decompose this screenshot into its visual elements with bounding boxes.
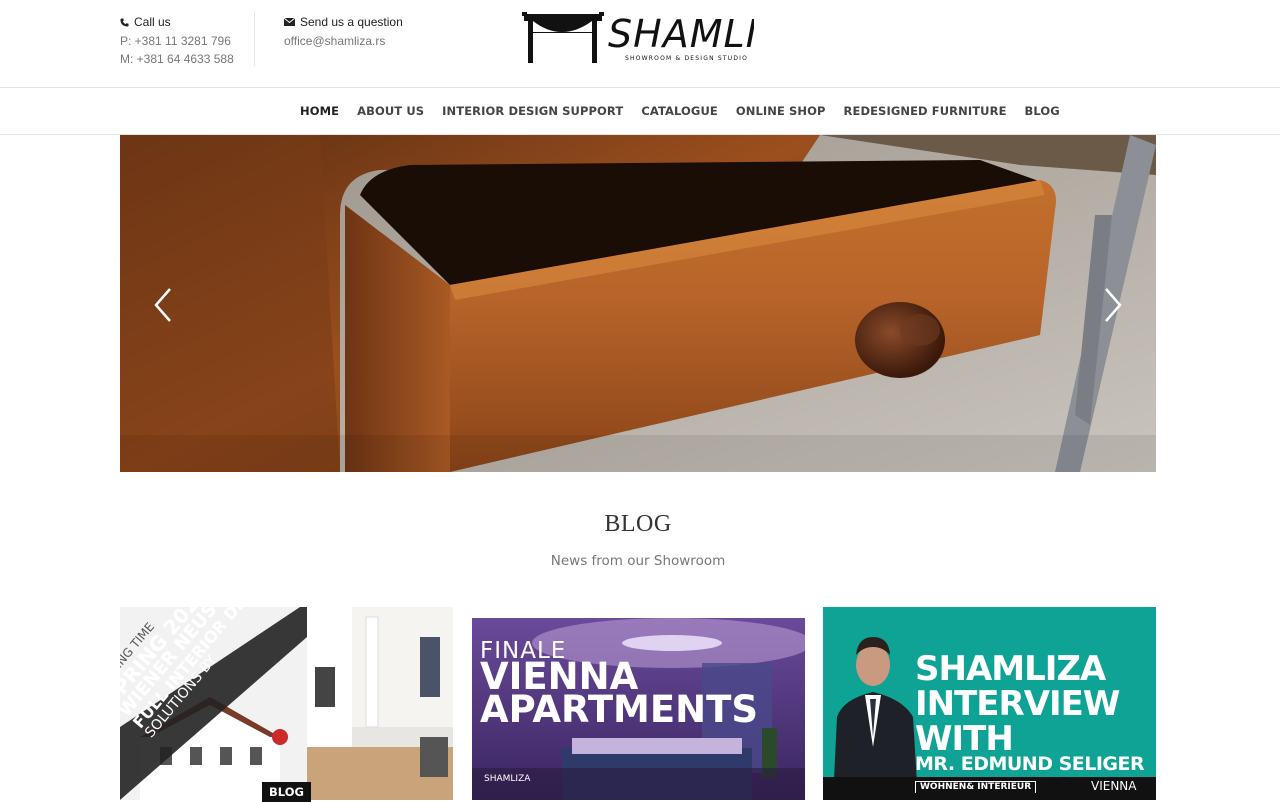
email-link[interactable]: office@shamliza.rs	[284, 32, 403, 51]
blog-card-1-logo: SHAMLIZA	[192, 767, 259, 781]
logo-tagline: SHOWROOM & DESIGN STUDIO	[625, 55, 748, 62]
logo-wordmark: SHAMLIZA	[608, 12, 754, 56]
envelope-icon	[284, 18, 295, 27]
call-us-label: Call us	[134, 15, 171, 29]
blog-card-2-headline: VIENNA APARTMENTS	[480, 655, 759, 731]
blog-section-subtitle: News from our Showroom	[550, 553, 726, 569]
blog-card-3-city: VIENNA	[1091, 779, 1137, 793]
blog-card-interview[interactable]: SHAMLIZA INTERVIEW WITH MR. EDMUND SELIG…	[823, 607, 1156, 800]
blog-section-title: BLOG	[604, 511, 672, 537]
nav-item-interior-design-support[interactable]: INTERIOR DESIGN SUPPORT	[442, 104, 623, 118]
blog-card-opening-time[interactable]: OPENING TIME SPRING 2020: WIENER NEUSTAD…	[120, 607, 453, 800]
nav-item-catalogue[interactable]: CATALOGUE	[641, 104, 718, 118]
chevron-right-icon[interactable]	[1098, 285, 1128, 325]
blog-card-3-guest-name: MR. EDMUND SELIGER	[915, 753, 1145, 775]
hero-image-wooden-drawer	[120, 135, 1156, 472]
nav-item-redesigned-furniture[interactable]: REDESIGNED FURNITURE	[844, 104, 1007, 118]
main-nav: HOME ABOUT US INTERIOR DESIGN SUPPORT CA…	[0, 88, 1280, 135]
nav-item-about-us[interactable]: ABOUT US	[357, 104, 424, 118]
blog-card-3-magazine-logo: WOHNEN& INTERIEUR	[915, 781, 1037, 793]
blog-card-vienna-apartments[interactable]: FINALE VIENNA APARTMENTS SHAMLIZA	[472, 618, 805, 800]
call-us-block: Call us P: +381 11 3281 796 M: +381 64 4…	[120, 13, 234, 69]
phone-icon	[120, 18, 129, 27]
phone-number-landline[interactable]: P: +381 11 3281 796	[120, 32, 234, 51]
nav-item-home[interactable]: HOME	[300, 104, 339, 118]
phone-number-mobile[interactable]: M: +381 64 4633 588	[120, 50, 234, 69]
top-header: Call us P: +381 11 3281 796 M: +381 64 4…	[0, 0, 1280, 88]
header-divider	[254, 11, 255, 66]
send-question-label: Send us a question	[300, 15, 403, 29]
shamliza-logo[interactable]: SHAMLIZA SHOWROOM & DESIGN STUDIO	[522, 10, 754, 68]
send-question-block: Send us a question office@shamliza.rs	[284, 13, 403, 50]
blog-tag-badge[interactable]: BLOG	[262, 782, 311, 802]
nav-item-blog[interactable]: BLOG	[1025, 104, 1060, 118]
blog-card-image-portrait	[833, 637, 918, 800]
nav-item-online-shop[interactable]: ONLINE SHOP	[736, 104, 826, 118]
hero-slider[interactable]	[120, 135, 1156, 472]
blog-card-3-headline: SHAMLIZA INTERVIEW WITH	[915, 649, 1120, 759]
chevron-left-icon[interactable]	[148, 285, 178, 325]
blog-card-2-logo: SHAMLIZA	[484, 774, 531, 784]
